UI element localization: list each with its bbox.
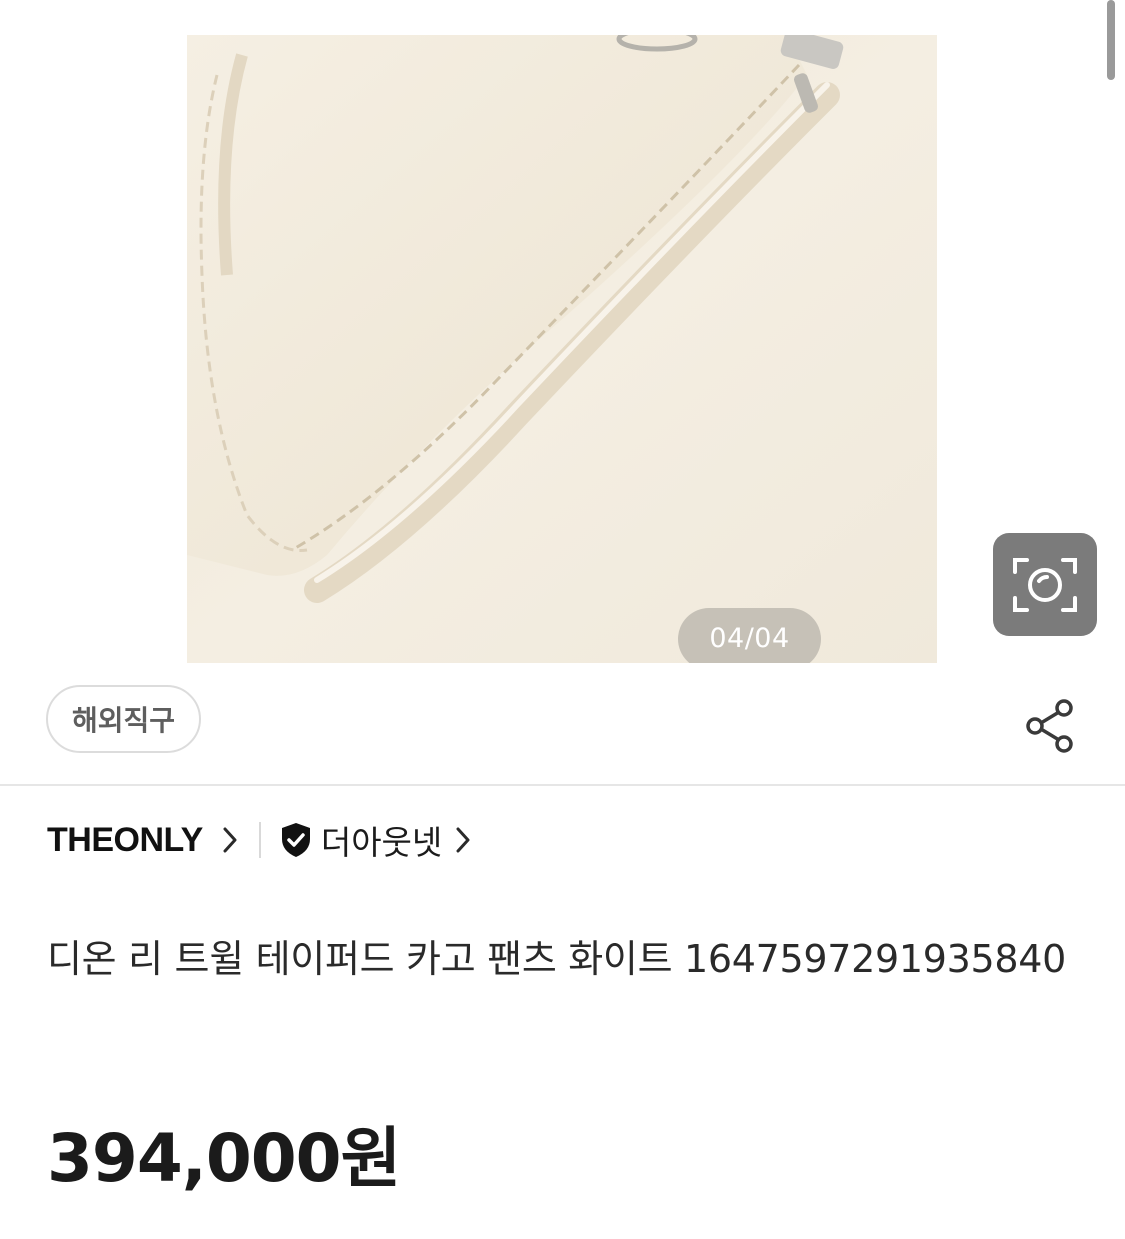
- image-search-button[interactable]: [993, 533, 1097, 636]
- overseas-purchase-badge: 해외직구: [46, 685, 201, 753]
- shield-check-icon: [279, 821, 313, 859]
- brand-seller-separator: [258, 822, 261, 858]
- product-photo: [187, 35, 937, 663]
- page-indicator: 04/04: [678, 608, 821, 663]
- share-icon: [1026, 699, 1073, 753]
- brand-row: THEONLY 더아웃넷: [47, 812, 470, 868]
- scrollbar[interactable]: [1107, 0, 1115, 80]
- chevron-right-icon: [223, 827, 237, 853]
- camera-scan-icon: [1013, 557, 1077, 612]
- product-title: 디온 리 트윌 테이퍼드 카고 팬츠 화이트 1647597291935840: [47, 937, 1067, 981]
- product-image[interactable]: 04/04: [187, 35, 937, 663]
- product-price: 394,000원: [47, 1120, 401, 1197]
- share-button[interactable]: [1020, 694, 1080, 758]
- section-divider: [0, 784, 1125, 786]
- seller-link[interactable]: 더아웃넷: [279, 816, 470, 864]
- brand-name: THEONLY: [47, 820, 203, 859]
- brand-link[interactable]: THEONLY: [47, 821, 237, 860]
- seller-name: 더아웃넷: [320, 823, 443, 862]
- chevron-right-icon: [456, 827, 470, 853]
